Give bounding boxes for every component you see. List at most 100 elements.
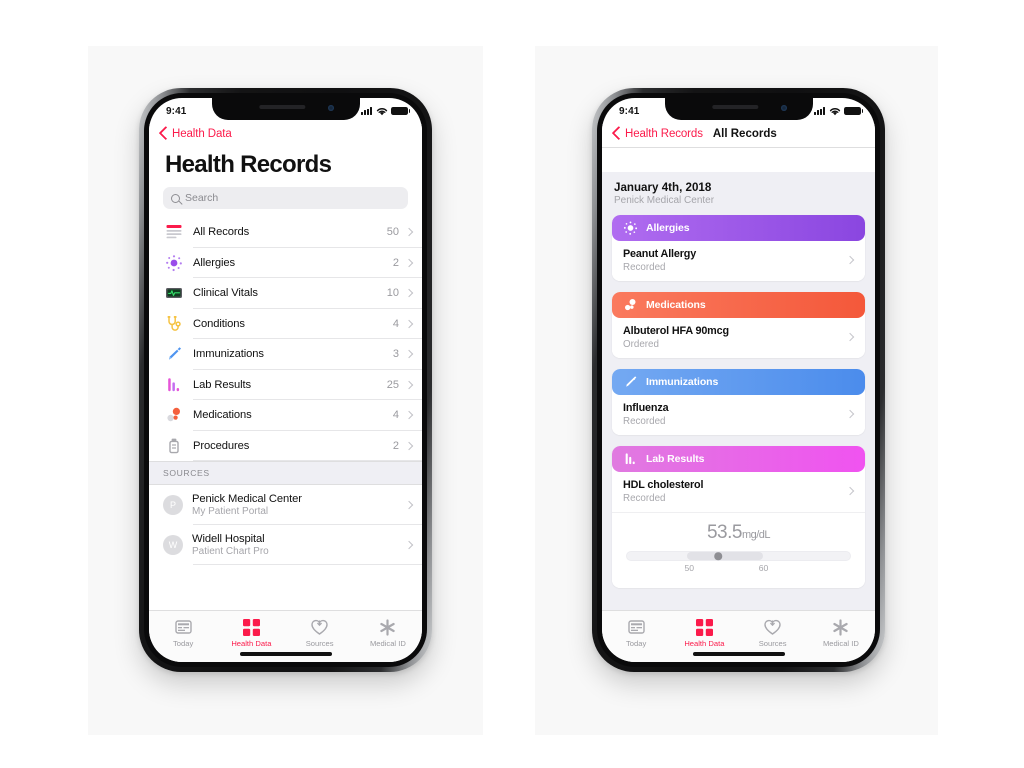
tab-sources[interactable]: Sources (739, 618, 807, 648)
chevron-right-icon (404, 380, 414, 389)
tab-medical-id[interactable]: Medical ID (807, 618, 875, 648)
card-item-row[interactable]: Influenza Recorded (612, 395, 865, 435)
nav-bar-left: Health Data (149, 124, 422, 147)
range-band (687, 552, 764, 560)
category-row-immunizations[interactable]: Immunizations 3 (149, 339, 422, 370)
category-row-allergies[interactable]: Allergies 2 (149, 248, 422, 278)
card-item-row[interactable]: Albuterol HFA 90mcg Ordered (612, 318, 865, 358)
category-row-conditions[interactable]: Conditions 4 (149, 309, 422, 339)
category-list: All Records 50 Allergies 2 Clinical Vitals 10… (149, 217, 422, 461)
card-header: Immunizations (612, 369, 865, 395)
category-count: 4 (392, 317, 399, 330)
card-item-status: Ordered (623, 339, 659, 350)
category-count: 2 (392, 439, 399, 452)
record-card-medications[interactable]: Medications Albuterol HFA 90mcg Ordered (612, 292, 865, 358)
allergies-icon (163, 252, 185, 274)
tab-sources[interactable]: Sources (286, 618, 354, 648)
status-time: 9:41 (166, 105, 187, 117)
record-card-allergies[interactable]: Allergies Peanut Allergy Recorded (612, 215, 865, 281)
tab-label: Sources (758, 639, 787, 648)
medications-icon (623, 298, 638, 313)
tab-health-data[interactable]: Health Data (670, 618, 738, 648)
back-button-label[interactable]: Health Records (625, 128, 703, 140)
card-item-row[interactable]: Peanut Allergy Recorded (612, 241, 865, 281)
category-label: Medications (193, 409, 252, 422)
home-indicator[interactable] (692, 652, 785, 656)
tab-health-data[interactable]: Health Data (217, 618, 285, 648)
measurement-panel: 53.5mg/dL 50 60 (612, 512, 865, 588)
allergies-icon (623, 221, 638, 236)
sources-heart-icon (763, 618, 783, 636)
tab-label: Sources (305, 639, 334, 648)
range-tick-low: 50 (684, 563, 695, 573)
category-row-clinical-vitals[interactable]: Clinical Vitals 10 (149, 278, 422, 309)
today-icon (173, 618, 193, 636)
measurement-value-group: 53.5mg/dL (626, 522, 851, 544)
category-label: All Records (193, 226, 250, 239)
tab-label: Health Data (684, 639, 725, 648)
source-subtitle: Patient Chart Pro (192, 546, 269, 557)
conditions-icon (163, 313, 185, 335)
tab-today[interactable]: Today (602, 618, 670, 648)
chevron-left-icon[interactable] (612, 126, 621, 141)
nav-bar-right: Health Records All Records (602, 124, 875, 147)
home-indicator[interactable] (239, 652, 332, 656)
medications-icon (163, 404, 185, 426)
source-row[interactable]: W Widell Hospital Patient Chart Pro (149, 525, 422, 565)
immunizations-icon (623, 375, 638, 390)
wifi-icon (376, 107, 387, 115)
chevron-right-icon (404, 500, 414, 510)
category-row-procedures[interactable]: Procedures 2 (149, 431, 422, 461)
tab-medical-id[interactable]: Medical ID (354, 618, 422, 648)
status-bar: 9:41 (149, 98, 422, 124)
record-card-lab-results[interactable]: Lab Results HDL cholesterol Recorded 53.5mg… (612, 446, 865, 588)
status-indicators (361, 106, 411, 116)
category-label: Clinical Vitals (193, 287, 258, 300)
card-item-status: Recorded (623, 262, 666, 273)
category-row-medications[interactable]: Medications 4 (149, 400, 422, 431)
cellular-signal-icon (361, 107, 372, 115)
card-header-label: Medications (646, 299, 706, 311)
page-title: Health Records (149, 147, 422, 187)
tab-label: Today (172, 639, 194, 648)
search-input[interactable]: Search (163, 187, 408, 209)
category-label: Conditions (193, 317, 245, 330)
health-data-icon (694, 618, 714, 636)
tab-label: Medical ID (369, 639, 406, 648)
card-header: Lab Results (612, 446, 865, 472)
category-label: Immunizations (193, 348, 264, 361)
sources-list: P Penick Medical Center My Patient Portal W… (149, 485, 422, 565)
card-item-title: Influenza (623, 402, 669, 414)
record-cards: Allergies Peanut Allergy Recorded Medicatio… (612, 215, 865, 588)
record-organization: Penick Medical Center (614, 195, 715, 206)
record-card-immunizations[interactable]: Immunizations Influenza Recorded (612, 369, 865, 435)
records-scroll-area[interactable]: January 4th, 2018 Penick Medical Center … (602, 172, 875, 610)
measurement-range-slider[interactable] (626, 551, 851, 561)
chevron-right-icon (404, 228, 414, 237)
medical-id-icon (831, 618, 851, 636)
procedures-icon (163, 435, 185, 457)
tab-today[interactable]: Today (149, 618, 217, 648)
search-bar-container: Search (149, 187, 422, 217)
battery-icon (391, 106, 411, 116)
category-row-all-records[interactable]: All Records 50 (149, 217, 422, 248)
category-label: Procedures (193, 439, 250, 452)
category-label: Lab Results (193, 378, 251, 391)
nav-title: All Records (712, 127, 777, 140)
search-icon (171, 193, 180, 203)
card-header-label: Allergies (646, 222, 690, 234)
measurement-value: 53.5 (706, 522, 742, 543)
row-divider (193, 460, 422, 461)
tab-bar-left: Today Health Data Sources Medical ID (149, 610, 422, 662)
chevron-left-icon[interactable] (159, 126, 168, 141)
card-item-row[interactable]: HDL cholesterol Recorded (612, 472, 865, 512)
row-divider (193, 564, 422, 565)
screenshot-root: 9:41 Health Data Health Records Search A… (0, 0, 1024, 768)
category-row-lab-results[interactable]: Lab Results 25 (149, 370, 422, 400)
category-count: 25 (386, 378, 399, 391)
back-button-label[interactable]: Health Data (172, 128, 232, 140)
card-header: Medications (612, 292, 865, 318)
health-data-icon (241, 618, 261, 636)
phone-device-right: 9:41 Health Records All Records January … (592, 88, 885, 672)
source-row[interactable]: P Penick Medical Center My Patient Portal (149, 485, 422, 525)
